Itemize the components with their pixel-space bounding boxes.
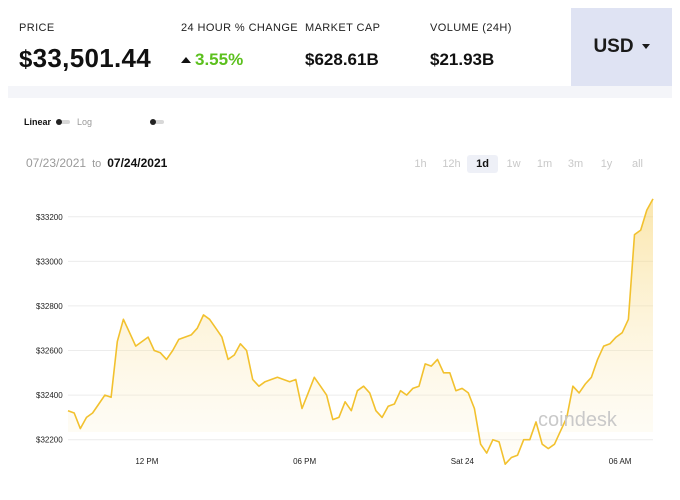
volume-stat: VOLUME (24H) $21.93B [430,22,512,70]
range-1d[interactable]: 1d [467,155,498,173]
y-tick-label: $32800 [36,302,63,311]
chevron-down-icon [641,43,650,49]
change-value: 3.55% [181,50,298,70]
currency-label: USD [593,36,634,57]
range-1y[interactable]: 1y [591,155,622,173]
scale-toggle: Linear Log [24,116,92,128]
secondary-toggle-switch[interactable] [150,119,164,125]
y-tick-label: $32200 [36,436,63,445]
date-from[interactable]: 07/23/2021 [26,156,86,170]
price-stat: PRICE $33,501.44 [19,22,151,74]
volume-label: VOLUME (24H) [430,22,512,34]
coindesk-watermark: coindesk [538,409,618,431]
range-1m[interactable]: 1m [529,155,560,173]
change-label: 24 HOUR % CHANGE [181,22,299,34]
x-tick-label: 12 PM [135,457,158,466]
range-1w[interactable]: 1w [498,155,529,173]
change-stat: 24 HOUR % CHANGE 3.55% [181,22,298,70]
price-amount: 33,501.44 [32,43,152,73]
time-range-selector: 1h 12h 1d 1w 1m 3m 1y all [405,155,653,173]
date-to[interactable]: 07/24/2021 [107,156,167,170]
y-tick-label: $33000 [36,257,63,266]
x-tick-label: 06 PM [293,457,316,466]
market-cap-value: $628.61B [305,50,379,69]
range-3m[interactable]: 3m [560,155,591,173]
market-cap-label: MARKET CAP [305,22,381,34]
scale-linear-label[interactable]: Linear [24,117,51,127]
market-cap-stat: MARKET CAP $628.61B [305,22,380,70]
currency-dropdown[interactable]: USD [571,8,672,86]
stats-divider [8,86,672,98]
range-all[interactable]: all [622,155,653,173]
x-tick-label: 06 AM [609,457,632,466]
range-12h[interactable]: 12h [436,155,467,173]
y-tick-label: $32600 [36,347,63,356]
price-label: PRICE [19,22,55,34]
date-separator: to [92,158,102,170]
scale-toggle-switch[interactable] [56,119,71,125]
date-range: 07/23/2021 to 07/24/2021 [26,156,167,170]
scale-log-label[interactable]: Log [77,117,92,127]
price-currency-symbol: $ [19,46,33,73]
volume-value: $21.93B [430,50,495,69]
y-tick-label: $33200 [36,213,63,222]
change-amount: 3.55% [195,50,244,69]
x-tick-label: Sat 24 [451,457,475,466]
range-1h[interactable]: 1h [405,155,436,173]
price-chart: $32200 $32400 $32600 $32800 $33000 $33200 12 … [36,198,654,466]
price-value: $33,501.44 [19,43,151,74]
y-tick-label: $32400 [36,391,63,400]
up-arrow-icon [181,57,191,63]
